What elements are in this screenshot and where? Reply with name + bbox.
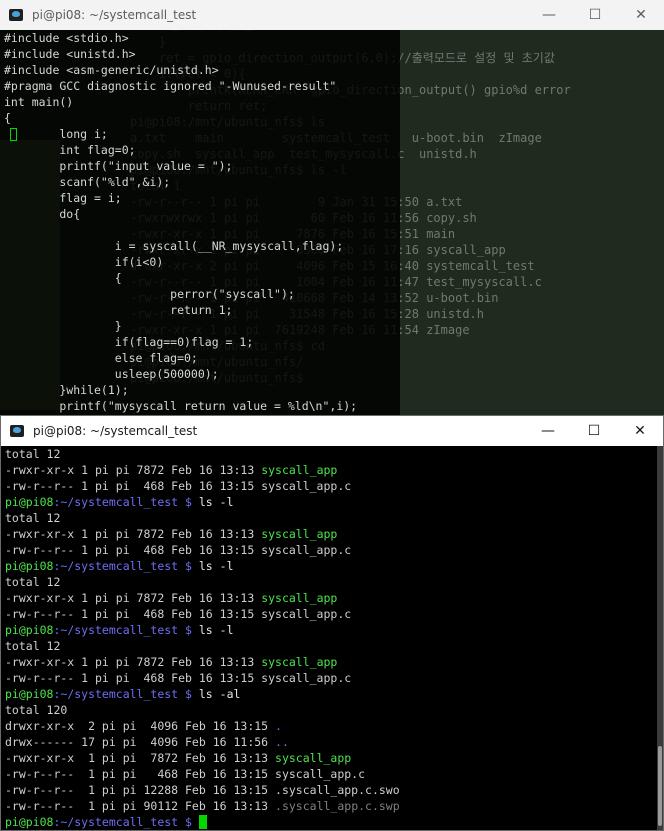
close-button[interactable]: ✕ <box>617 416 663 446</box>
listing-row: -rw-r--r-- 1 pi pi 12288 Feb 16 13:15 .s… <box>5 783 400 797</box>
output-line: total 12 <box>5 575 61 589</box>
code-line: int main() <box>4 95 74 109</box>
code-line: else flag=0; <box>4 351 198 365</box>
code-line: if(flag==0)flag = 1; <box>4 335 254 349</box>
listing-row: drwxr-xr-x 2 pi pi 4096 Feb 16 13:15 . <box>5 719 282 733</box>
code-line: flag = i; <box>4 191 122 205</box>
output-line: total 12 <box>5 511 61 525</box>
close-button[interactable]: ✕ <box>618 0 664 30</box>
listing-row: -rw-r--r-- 1 pi pi 468 Feb 16 13:15 sysc… <box>5 767 366 781</box>
listing-row: drwx------ 17 pi pi 4096 Feb 16 11:56 .. <box>5 735 289 749</box>
code-line: #include <stdio.h> <box>4 31 129 45</box>
code-line: return 1; <box>4 303 233 317</box>
shell-prompt: pi@pi08:~/systemcall_test $ ls -l <box>5 623 234 637</box>
shell-window-title: pi@pi08: ~/systemcall_test <box>33 424 198 438</box>
directory-name: . <box>275 719 282 733</box>
listing-row: -rwxr-xr-x 1 pi pi 7872 Feb 16 13:13 sys… <box>5 463 338 477</box>
code-line: scanf("%ld",&i); <box>4 175 171 189</box>
listing-row: -rwxr-xr-x 1 pi pi 7872 Feb 16 13:13 sys… <box>5 527 338 541</box>
shell-prompt[interactable]: pi@pi08:~/systemcall_test $ <box>1 814 655 830</box>
code-line: if(i<0) <box>4 255 164 269</box>
vim-cursor <box>10 128 17 141</box>
shell-window-titlebar[interactable]: pi@pi08: ~/systemcall_test — ☐ ✕ <box>1 416 663 446</box>
terminal-cursor <box>198 815 207 829</box>
code-line: } <box>4 319 122 333</box>
shell-prompt: pi@pi08:~/systemcall_test $ ls -al <box>5 687 241 701</box>
shell-prompt: pi@pi08:~/systemcall_test $ ls -l <box>5 495 234 509</box>
vim-window-title: pi@pi08: ~/systemcall_test <box>32 8 197 22</box>
listing-row: -rwxr-xr-x 1 pi pi 7872 Feb 16 13:13 sys… <box>5 591 338 605</box>
code-line: { <box>4 271 122 285</box>
maximize-button[interactable]: ☐ <box>572 0 618 30</box>
output-line: total 12 <box>5 447 61 461</box>
code-line: perror("syscall"); <box>4 287 295 301</box>
minimize-button[interactable]: — <box>526 0 572 30</box>
directory-name: .. <box>275 735 289 749</box>
code-line: #include <asm-generic/unistd.h> <box>4 63 219 77</box>
swap-file-name: .syscall_app.c.swp <box>275 799 400 813</box>
code-line: { <box>4 111 11 125</box>
executable-name: syscall_app <box>261 527 338 541</box>
vim-window-titlebar[interactable]: pi@pi08: ~/systemcall_test — ☐ ✕ <box>0 0 664 30</box>
shell-terminal-window[interactable]: pi@pi08: ~/systemcall_test — ☐ ✕ total 1… <box>0 415 664 831</box>
code-line: usleep(500000); <box>4 367 219 381</box>
shell-scrollbar[interactable] <box>657 446 663 830</box>
code-line: #pragma GCC diagnostic ignored "-Wunused… <box>4 79 337 93</box>
terminal-icon <box>9 423 25 439</box>
listing-row: -rw-r--r-- 1 pi pi 468 Feb 16 13:15 sysc… <box>5 607 352 621</box>
code-line: #include <unistd.h> <box>4 47 136 61</box>
vim-editor-area[interactable]: #include <stdio.h> #include <unistd.h> #in… <box>0 30 664 415</box>
listing-row: -rw-r--r-- 1 pi pi 468 Feb 16 13:15 sysc… <box>5 543 352 557</box>
code-line: printf("mysyscall return value = %ld\n",… <box>4 399 358 413</box>
listing-row: -rw-r--r-- 1 pi pi 468 Feb 16 13:15 sysc… <box>5 479 352 493</box>
executable-name: syscall_app <box>261 463 338 477</box>
executable-name: syscall_app <box>261 591 338 605</box>
listing-row: -rw-r--r-- 1 pi pi 90112 Feb 16 13:13 .s… <box>5 799 400 813</box>
terminal-icon <box>8 7 24 23</box>
listing-row: -rw-r--r-- 1 pi pi 468 Feb 16 13:15 sysc… <box>5 671 352 685</box>
vim-buffer[interactable]: #include <stdio.h> #include <unistd.h> #in… <box>0 30 664 415</box>
output-line: total 12 <box>5 639 61 653</box>
shell-scrollbar-thumb[interactable] <box>658 746 662 826</box>
shell-prompt: pi@pi08:~/systemcall_test $ ls -l <box>5 559 234 573</box>
code-line: do{ <box>4 207 81 221</box>
minimize-button[interactable]: — <box>525 416 571 446</box>
shell-output-area[interactable]: total 12 -rwxr-xr-x 1 pi pi 7872 Feb 16 … <box>1 446 663 830</box>
executable-name: syscall_app <box>275 751 352 765</box>
maximize-button[interactable]: ☐ <box>571 416 617 446</box>
code-line: }while(1); <box>4 383 129 397</box>
executable-name: syscall_app <box>261 655 338 669</box>
output-line: total 120 <box>5 703 68 717</box>
listing-row: -rwxr-xr-x 1 pi pi 7872 Feb 16 13:13 sys… <box>5 751 352 765</box>
code-line: printf("input value = "); <box>4 159 233 173</box>
code-line: int flag=0; <box>4 143 136 157</box>
listing-row: -rwxr-xr-x 1 pi pi 7872 Feb 16 13:13 sys… <box>5 655 338 669</box>
code-line: long i; <box>4 127 108 141</box>
code-line: i = syscall(__NR_mysyscall,flag); <box>4 239 344 253</box>
vim-terminal-window[interactable]: pi@pi08: ~/systemcall_test — ☐ ✕ #includ… <box>0 0 664 415</box>
